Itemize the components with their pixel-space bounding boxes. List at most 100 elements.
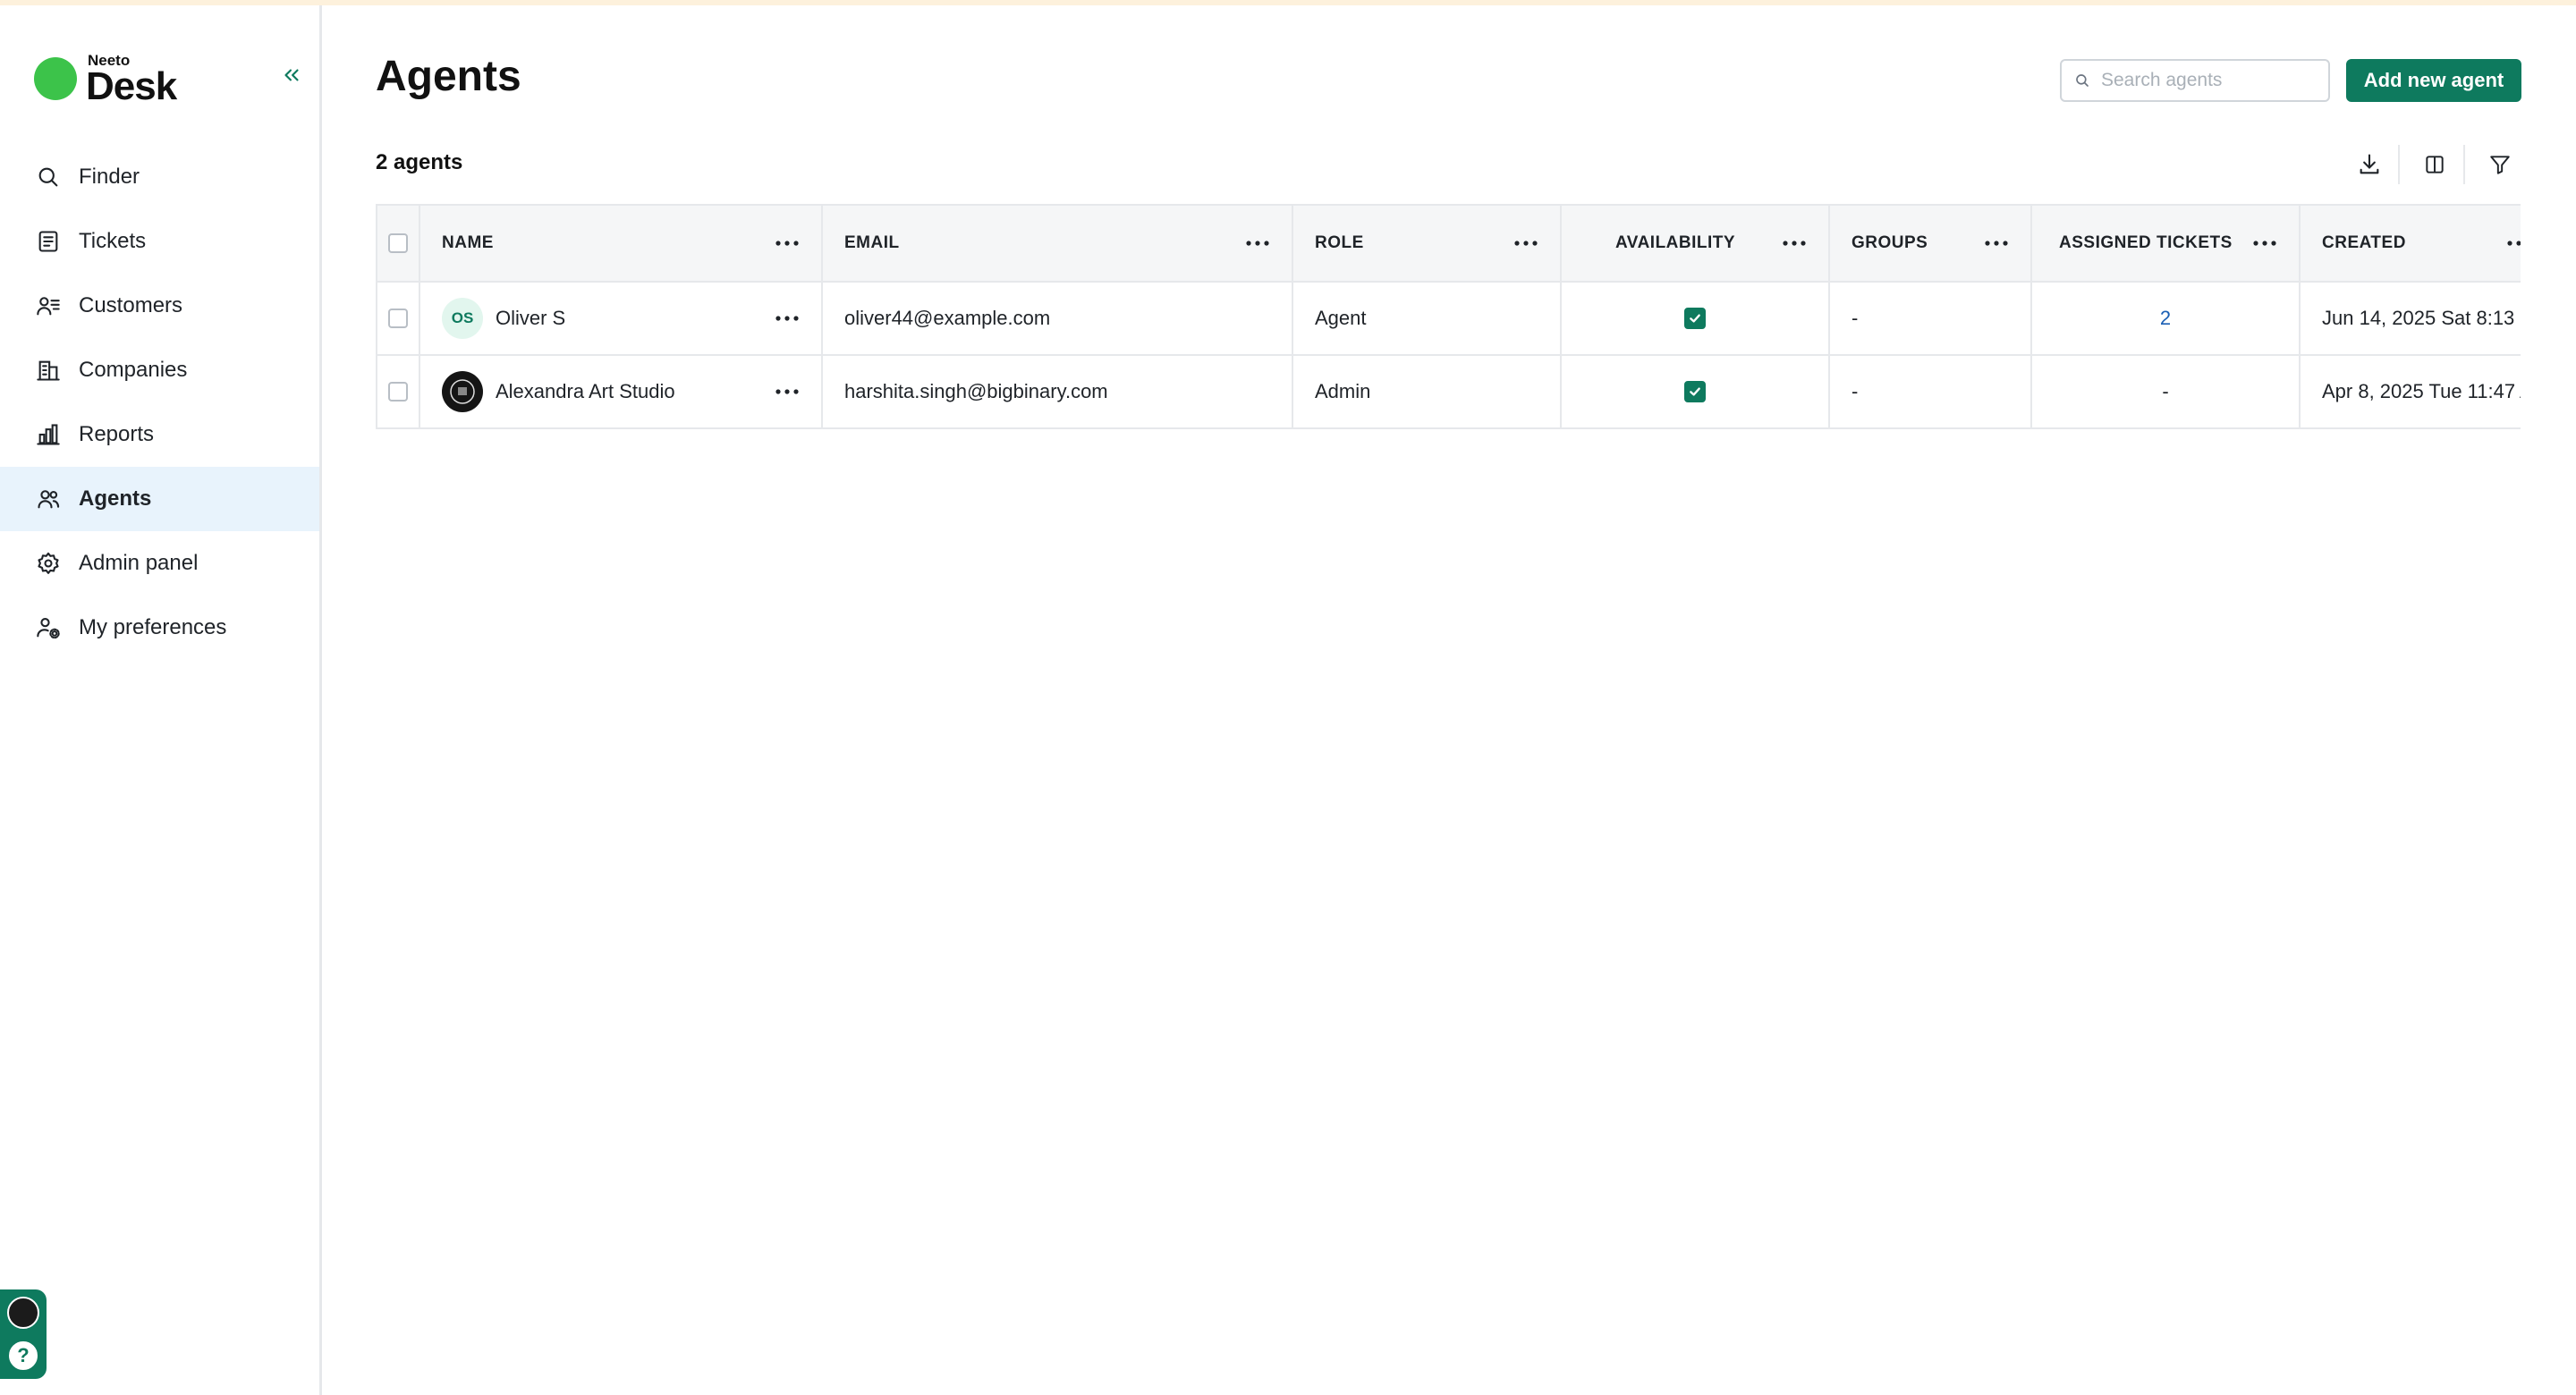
table-header-row: NAME EMAIL ROLE AVAILABILITY GROUPS ASSI… xyxy=(376,206,2521,283)
cell-availability xyxy=(1562,356,1830,427)
main-content: Agents Add new agent 2 agents NAME EMAIL xyxy=(325,5,2576,1395)
page-title: Agents xyxy=(376,53,521,100)
sidebar-item-my-preferences[interactable]: My preferences xyxy=(0,596,319,660)
select-all-checkbox[interactable] xyxy=(388,233,408,253)
sidebar-item-label: Reports xyxy=(79,422,155,446)
studio-logo-icon xyxy=(450,379,475,404)
column-menu-icon[interactable] xyxy=(1980,227,2012,259)
column-header-availability[interactable]: AVAILABILITY xyxy=(1562,206,1830,281)
created-date: Jun 14, 2025 Sat 8:13 PM xyxy=(2322,307,2521,329)
filter-icon xyxy=(2490,156,2510,174)
download-icon xyxy=(2360,154,2379,174)
column-menu-icon[interactable] xyxy=(2503,227,2521,259)
cell-role: Admin xyxy=(1293,356,1562,427)
search-box[interactable] xyxy=(2060,59,2330,102)
agents-table: NAME EMAIL ROLE AVAILABILITY GROUPS ASSI… xyxy=(376,204,2521,429)
assigned-tickets-link[interactable]: 2 xyxy=(2160,307,2171,330)
columns-icon xyxy=(2426,156,2444,173)
agent-email: harshita.singh@bigbinary.com xyxy=(844,380,1108,402)
user-avatar[interactable] xyxy=(7,1297,39,1329)
availability-checkbox[interactable] xyxy=(1684,381,1706,402)
agent-name: Oliver S xyxy=(496,307,566,329)
user-settings-icon xyxy=(34,613,63,642)
row-checkbox[interactable] xyxy=(388,382,408,402)
cell-name[interactable]: Alexandra Art Studio xyxy=(420,356,823,427)
sidebar-item-label: Companies xyxy=(79,358,188,382)
row-checkbox[interactable] xyxy=(388,309,408,328)
created-date: Apr 8, 2025 Tue 11:47 AM xyxy=(2322,380,2521,402)
cell-created: Apr 8, 2025 Tue 11:47 AM xyxy=(2301,356,2521,427)
column-header-role[interactable]: ROLE xyxy=(1293,206,1562,281)
sidebar-nav: Finder Tickets Customers Companies Repor… xyxy=(0,145,319,660)
cell-name[interactable]: OS Oliver S xyxy=(420,283,823,354)
table-row[interactable]: OS Oliver S oliver44@example.com Agent -… xyxy=(376,283,2521,356)
sidebar-item-label: Tickets xyxy=(79,229,147,253)
column-menu-icon[interactable] xyxy=(2249,227,2281,259)
agent-email: oliver44@example.com xyxy=(844,307,1051,329)
account-widget: ? xyxy=(0,1289,47,1379)
column-menu-icon[interactable] xyxy=(1510,227,1542,259)
row-actions-icon[interactable] xyxy=(771,302,803,334)
sidebar-item-tickets[interactable]: Tickets xyxy=(0,209,319,274)
column-menu-icon[interactable] xyxy=(1778,227,1810,259)
row-actions-icon[interactable] xyxy=(771,376,803,408)
agent-groups: - xyxy=(1852,307,1859,329)
column-menu-icon[interactable] xyxy=(1241,227,1274,259)
app-logo[interactable]: Neeto Desk xyxy=(34,48,213,111)
cell-assigned-tickets: - xyxy=(2032,356,2301,427)
column-header-email[interactable]: EMAIL xyxy=(823,206,1293,281)
tickets-icon xyxy=(34,227,63,256)
sidebar-item-label: My preferences xyxy=(79,615,227,639)
assigned-tickets-value: - xyxy=(2162,380,2169,402)
availability-checkbox[interactable] xyxy=(1684,308,1706,329)
logo-mark xyxy=(34,57,77,100)
sidebar-item-customers[interactable]: Customers xyxy=(0,274,319,338)
collapse-sidebar-button[interactable] xyxy=(275,59,308,91)
companies-icon xyxy=(34,356,63,385)
sidebar-item-label: Customers xyxy=(79,293,183,317)
agent-name: Alexandra Art Studio xyxy=(496,380,675,402)
download-button[interactable] xyxy=(2351,147,2387,182)
filter-button[interactable] xyxy=(2482,147,2518,182)
toolbar-divider xyxy=(2398,145,2400,184)
add-new-agent-button[interactable]: Add new agent xyxy=(2346,59,2521,102)
cell-assigned-tickets: 2 xyxy=(2032,283,2301,354)
agent-role: Admin xyxy=(1315,380,1371,402)
cell-role: Agent xyxy=(1293,283,1562,354)
agents-icon xyxy=(34,485,63,513)
header-select-cell xyxy=(376,206,420,281)
check-icon xyxy=(1690,387,1700,396)
sidebar-item-reports[interactable]: Reports xyxy=(0,402,319,467)
sidebar-item-label: Agents xyxy=(79,486,152,511)
agent-role: Agent xyxy=(1315,307,1367,329)
column-header-assigned-tickets[interactable]: ASSIGNED TICKETS xyxy=(2032,206,2301,281)
help-icon[interactable]: ? xyxy=(7,1340,39,1372)
column-header-groups[interactable]: GROUPS xyxy=(1830,206,2032,281)
columns-button[interactable] xyxy=(2417,147,2453,182)
sidebar-item-admin-panel[interactable]: Admin panel xyxy=(0,531,319,596)
column-header-created[interactable]: CREATED xyxy=(2301,206,2521,281)
cell-email: oliver44@example.com xyxy=(823,283,1293,354)
sidebar-item-label: Finder xyxy=(79,165,140,189)
sidebar-item-companies[interactable]: Companies xyxy=(0,338,319,402)
reports-icon xyxy=(34,420,63,449)
cell-created: Jun 14, 2025 Sat 8:13 PM xyxy=(2301,283,2521,354)
search-icon xyxy=(2076,74,2089,87)
table-row[interactable]: Alexandra Art Studio harshita.singh@bigb… xyxy=(376,356,2521,429)
search-input[interactable] xyxy=(2101,70,2316,91)
sidebar-item-agents[interactable]: Agents xyxy=(0,467,319,531)
sidebar-item-finder[interactable]: Finder xyxy=(0,145,319,209)
cell-groups: - xyxy=(1830,356,2032,427)
column-menu-icon[interactable] xyxy=(771,227,803,259)
row-select-cell xyxy=(376,356,420,427)
agents-count: 2 agents xyxy=(376,150,463,174)
sidebar-item-label: Admin panel xyxy=(79,551,199,575)
column-header-name[interactable]: NAME xyxy=(420,206,823,281)
toolbar-divider xyxy=(2463,145,2465,184)
cell-email: harshita.singh@bigbinary.com xyxy=(823,356,1293,427)
avatar: OS xyxy=(442,298,483,339)
logo-brand-big: Desk xyxy=(86,64,177,108)
row-select-cell xyxy=(376,283,420,354)
cell-groups: - xyxy=(1830,283,2032,354)
cell-availability xyxy=(1562,283,1830,354)
